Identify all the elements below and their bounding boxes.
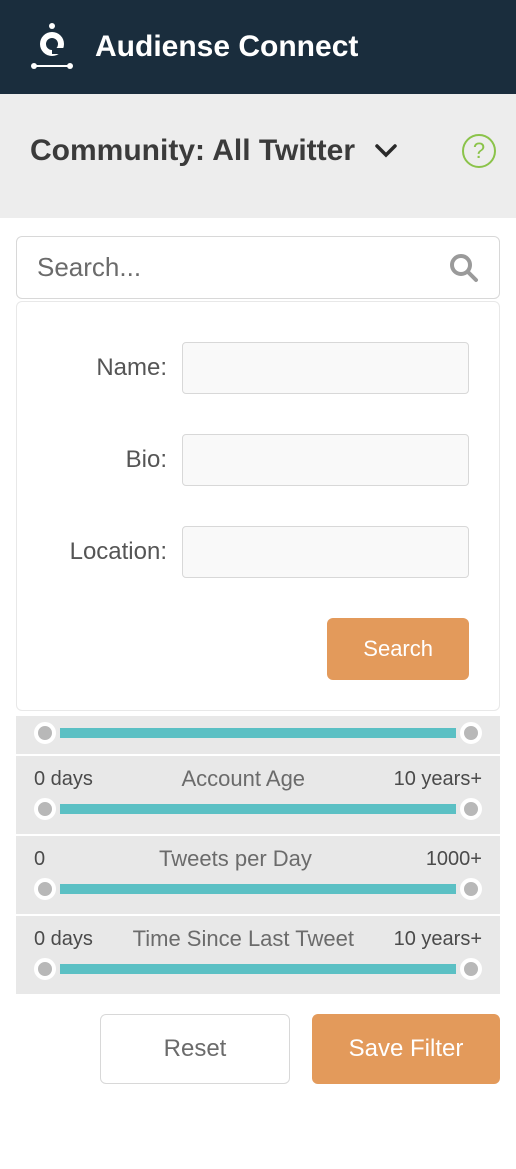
slider-min-label: 0 days: [34, 928, 93, 951]
slider-track[interactable]: [34, 722, 482, 744]
name-input[interactable]: [182, 342, 469, 394]
name-row: Name:: [47, 342, 469, 394]
name-label: Name:: [47, 354, 167, 382]
slider-handle-max[interactable]: [460, 958, 482, 980]
search-button-row: Search: [47, 618, 469, 680]
footer-buttons: Reset Save Filter: [0, 994, 516, 1104]
slider-handle-max[interactable]: [460, 798, 482, 820]
slider-row-tweets-per-day: 0 Tweets per Day 1000+: [16, 834, 500, 914]
slider-fill: [60, 964, 456, 974]
search-icon[interactable]: [449, 253, 479, 283]
bio-input[interactable]: [182, 434, 469, 486]
slider-row-time-since-last-tweet: 0 days Time Since Last Tweet 10 years+: [16, 914, 500, 994]
slider-track[interactable]: [34, 878, 482, 900]
reset-button[interactable]: Reset: [100, 1014, 290, 1084]
save-filter-button[interactable]: Save Filter: [312, 1014, 500, 1084]
content-area: Name: Bio: Location: Search 0 days Acco: [0, 218, 516, 994]
slider-title: Tweets per Day: [159, 846, 312, 872]
slider-handle-max[interactable]: [460, 878, 482, 900]
slider-row-account-age: 0 days Account Age 10 years+: [16, 754, 500, 834]
search-bar: [16, 236, 500, 299]
slider-track[interactable]: [34, 798, 482, 820]
slider-handle-min[interactable]: [34, 878, 56, 900]
slider-fill: [60, 804, 456, 814]
sliders-section: 0 days Account Age 10 years+ 0 Tweets pe…: [16, 714, 500, 994]
slider-max-label: 10 years+: [394, 768, 482, 791]
slider-fill: [60, 884, 456, 894]
slider-min-label: 0: [34, 848, 45, 871]
slider-handle-min[interactable]: [34, 958, 56, 980]
community-selector-bar: Community: All Twitter ?: [0, 94, 516, 218]
location-label: Location:: [47, 538, 167, 566]
slider-title: Time Since Last Tweet: [133, 926, 354, 952]
slider-min-label: 0 days: [34, 768, 93, 791]
app-header: Audiense Connect: [0, 0, 516, 94]
bio-label: Bio:: [47, 446, 167, 474]
bio-row: Bio:: [47, 434, 469, 486]
slider-track[interactable]: [34, 958, 482, 980]
community-title[interactable]: Community: All Twitter: [30, 134, 355, 168]
search-input[interactable]: [37, 252, 449, 283]
slider-row: [16, 714, 500, 754]
help-icon[interactable]: ?: [462, 134, 496, 168]
slider-handle-min[interactable]: [34, 722, 56, 744]
slider-labels: 0 days Account Age 10 years+: [34, 766, 482, 792]
chevron-down-icon[interactable]: [375, 144, 397, 158]
slider-handle-max[interactable]: [460, 722, 482, 744]
slider-max-label: 10 years+: [394, 928, 482, 951]
location-input[interactable]: [182, 526, 469, 578]
slider-labels: 0 Tweets per Day 1000+: [34, 846, 482, 872]
slider-title: Account Age: [182, 766, 306, 792]
location-row: Location:: [47, 526, 469, 578]
slider-fill: [60, 728, 456, 738]
slider-handle-min[interactable]: [34, 798, 56, 820]
filter-panel: Name: Bio: Location: Search: [16, 301, 500, 711]
search-button[interactable]: Search: [327, 618, 469, 680]
slider-max-label: 1000+: [426, 848, 482, 871]
slider-labels: 0 days Time Since Last Tweet 10 years+: [34, 926, 482, 952]
app-title: Audiense Connect: [95, 30, 358, 64]
logo-icon: [30, 22, 75, 72]
